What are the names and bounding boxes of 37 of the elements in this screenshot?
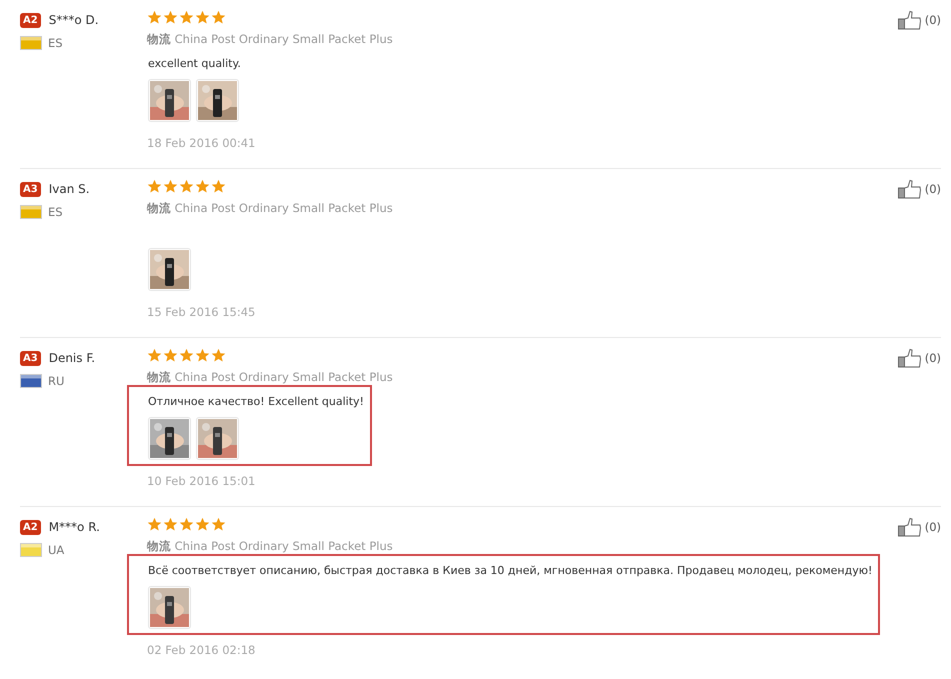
thumbs-up-icon[interactable] xyxy=(898,10,922,30)
user-name[interactable]: M***o R. xyxy=(48,520,100,534)
like-count: (0) xyxy=(924,182,941,196)
level-badge: A3 xyxy=(20,182,41,196)
review-date: 15 Feb 2016 15:45 xyxy=(147,305,256,319)
country-code: ES xyxy=(48,36,63,50)
review-text: excellent quality. xyxy=(148,56,241,72)
review-date: 18 Feb 2016 00:41 xyxy=(147,136,256,150)
user-name[interactable]: Denis F. xyxy=(48,351,96,365)
photo-thumbnail[interactable] xyxy=(148,417,191,460)
like-count: (0) xyxy=(924,13,941,27)
thumbs-up-icon[interactable] xyxy=(898,517,922,537)
user-name[interactable]: Ivan S. xyxy=(48,182,90,196)
shipping-method: 物流 China Post Ordinary Small Packet Plus xyxy=(147,32,394,47)
user-name[interactable]: S***o D. xyxy=(48,13,99,27)
country-code: UA xyxy=(48,543,64,557)
shipping-method: 物流 China Post Ordinary Small Packet Plus xyxy=(147,201,394,216)
shipping-method: 物流 China Post Ordinary Small Packet Plus xyxy=(147,539,394,554)
review-text: Всё соответствует описанию, быстрая доставка в Киев за 10 дней, мгновенная отправка. Продавец молодец, рекомендую! xyxy=(148,563,872,579)
photo-thumbnail[interactable] xyxy=(148,79,191,122)
shipping-method: 物流 China Post Ordinary Small Packet Plus xyxy=(147,370,394,385)
thumbs-up-icon[interactable] xyxy=(898,348,922,368)
review-text: Отличное качество! Excellent quality! xyxy=(148,394,364,410)
thumbs-up-icon[interactable] xyxy=(898,179,922,199)
like-count: (0) xyxy=(924,520,941,534)
country-code: ES xyxy=(48,205,63,219)
country-code: RU xyxy=(48,374,64,388)
review-date: 10 Feb 2016 15:01 xyxy=(147,474,256,488)
review-date: 02 Feb 2016 02:18 xyxy=(147,643,256,657)
level-badge: A3 xyxy=(20,350,41,366)
level-badge: A2 xyxy=(20,12,41,28)
level-badge: A2 xyxy=(20,520,41,534)
photo-thumbnail[interactable] xyxy=(196,417,239,460)
like-count: (0) xyxy=(924,351,941,365)
photo-thumbnail[interactable] xyxy=(196,79,239,122)
photo-thumbnail[interactable] xyxy=(148,248,191,291)
photo-thumbnail[interactable] xyxy=(148,586,191,629)
